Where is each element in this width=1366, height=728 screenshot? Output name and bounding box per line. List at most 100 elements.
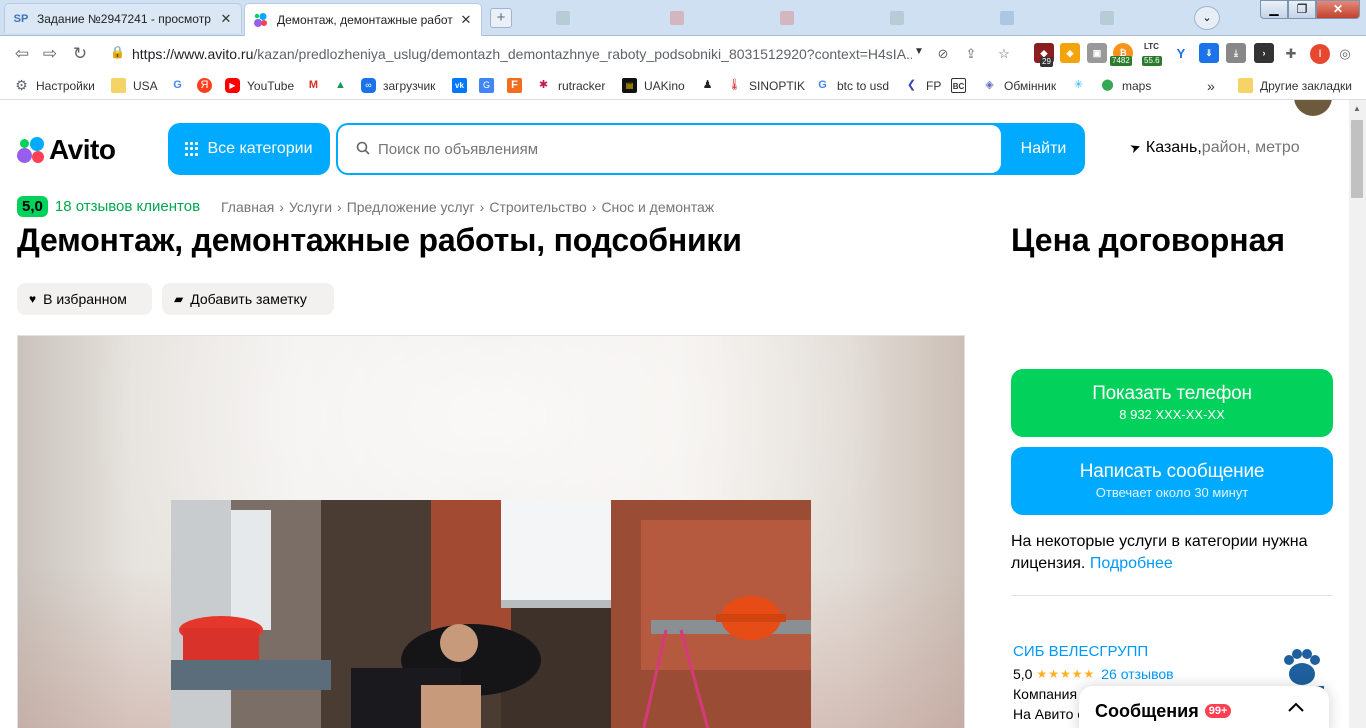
bookmark-item[interactable]: USA [111,78,158,93]
bookmark-item[interactable]: Я [197,78,219,93]
user-avatar[interactable] [1294,100,1332,116]
note-label: Добавить заметку [190,291,307,307]
bookmark-item[interactable]: ◈ Обмінник [982,78,1056,93]
bookmark-item[interactable]: ✱ rutracker [536,78,605,93]
fp-icon: ❮ [906,79,917,91]
download-icon[interactable]: ⤓ [1226,43,1246,63]
breadcrumb-item[interactable]: Снос и демонтаж [601,199,714,215]
bookmark-label: YouTube [247,78,295,93]
address-bar[interactable]: https://www.avito.ru/kazan/predlozheniya… [132,46,912,62]
breadcrumb-separator: › [479,199,485,215]
bookmark-item[interactable]: ❮ FP [904,78,941,93]
search-field[interactable] [338,125,1001,173]
bookmark-item[interactable]: F [507,78,529,93]
star-burst-icon: ✳ [1073,79,1084,91]
scroll-up-arrow-icon[interactable]: ▲ [1353,104,1361,113]
bookmark-item[interactable]: ✳ [1071,78,1093,93]
search-button[interactable]: Найти [1002,123,1085,175]
reviews-link[interactable]: 18 отзывов клиентов [55,198,200,215]
tab-search-chevron-icon[interactable]: ⌄ [1194,6,1220,30]
bookmark-item[interactable]: ⚙ Настройки [14,78,95,93]
bookmark-item[interactable]: ▤ UAKino [622,78,685,93]
license-more-link[interactable]: Подробнее [1090,555,1173,572]
bookmark-item[interactable]: Gbtc to usd [815,78,889,93]
bookmark-item[interactable]: M [306,78,328,93]
bookmark-item[interactable]: ⬤ maps [1100,78,1151,93]
bookmark-star-icon[interactable]: ☆ [995,45,1013,63]
breadcrumb-separator: › [337,199,342,215]
extension-badge: 29 [1040,57,1053,67]
y-extension-icon[interactable]: Y [1172,45,1190,63]
bookmark-label: FP [926,78,942,93]
breadcrumb-item[interactable]: Услуги [289,199,332,215]
ghost-tab [670,8,770,28]
location-city: Казань, [1145,139,1202,156]
favorite-button[interactable]: ♥ В избранном [17,283,152,315]
bookmark-item[interactable]: G [479,78,501,93]
menu-globe-icon[interactable]: ◎ [1336,45,1354,63]
all-categories-button[interactable]: Все категории [168,123,330,175]
blocked-popup-icon[interactable]: ⊘ [934,45,952,63]
photo-gallery[interactable] [17,335,965,728]
bookmark-label: загрузчик [383,78,436,93]
window-maximize-button[interactable]: ❐ [1288,0,1316,19]
share-icon[interactable]: ⇪ [962,45,980,63]
bookmark-item[interactable]: ♟ [700,78,722,93]
extension-icon[interactable]: › [1254,43,1274,63]
window-close-button[interactable]: ✕ [1316,0,1360,19]
uakino-icon: ▤ [622,78,637,93]
profile-avatar[interactable]: I [1310,44,1330,64]
download-extension-icon[interactable]: ⇓ [1199,43,1219,63]
note-icon: ▰ [174,292,184,306]
ghost-tab [890,8,990,28]
yandex-icon: Я [197,78,212,93]
bookmark-item[interactable]: G [170,78,192,93]
tab-close-icon[interactable]: ✕ [459,12,473,28]
puzzle-icon[interactable]: ✚ [1282,45,1300,63]
lock-icon[interactable]: 🔒 [110,45,125,61]
avito-logo[interactable]: Avito [17,134,116,166]
scrollbar-thumb[interactable] [1351,120,1363,198]
breadcrumb-item[interactable]: Строительство [489,199,586,215]
new-tab-button[interactable]: + [490,8,512,28]
bookmark-item[interactable]: vk [452,78,474,93]
price-badge: 55.6 [1142,56,1162,66]
listing-photo[interactable] [171,500,811,728]
extension-icon[interactable]: ◈ [1060,43,1080,63]
other-bookmarks[interactable]: Другие закладки [1238,78,1352,93]
messenger-panel[interactable]: Сообщения 99+ [1079,686,1329,728]
seller-rating: 5,0 ★★★★★ 26 отзывов [1013,666,1174,682]
page-scrollbar[interactable]: ▲ [1349,100,1366,728]
add-note-button[interactable]: ▰ Добавить заметку [162,283,334,315]
drive-icon: ▲ [335,79,346,91]
window-minimize-button[interactable]: ▁ [1260,0,1288,19]
bookmarks-overflow-button[interactable]: » [1207,78,1215,94]
location-selector[interactable]: ➤ Казань, район, метро [1128,139,1300,157]
seller-name-link[interactable]: СИБ ВЕЛЕСГРУПП [1013,643,1148,660]
all-categories-label: Все категории [207,140,313,157]
breadcrumb-item[interactable]: Предложение услуг [347,199,475,215]
browser-tab-avito[interactable]: Демонтаж, демонтажные работы ✕ [244,3,482,36]
search-input[interactable] [378,140,978,158]
breadcrumb-separator: › [279,199,284,215]
browser-tab-task[interactable]: SP Задание №2947241 - просмотр з ✕ [4,3,242,33]
bookmark-item[interactable]: 🌡 SINOPTIK [727,78,806,93]
tab-close-icon[interactable]: ✕ [219,11,233,27]
show-phone-button[interactable]: Показать телефон 8 932 XXX-XX-XX [1011,369,1333,437]
bookmark-item[interactable]: ∞ загрузчик [361,78,435,93]
translate-icon: G [479,78,494,93]
reload-icon[interactable]: ↻ [70,44,90,64]
seller-reviews-link[interactable]: 26 отзывов [1101,666,1173,682]
breadcrumb-item[interactable]: Главная [221,199,274,215]
bookmark-item[interactable]: BC [951,78,973,93]
bookmark-item[interactable]: ▲ [333,78,355,93]
extension-icon[interactable]: ▣ [1087,43,1107,63]
chevron-up-icon[interactable] [1287,700,1305,718]
unread-badge: 99+ [1204,704,1232,718]
bookmark-item[interactable]: ▶ YouTube [225,78,294,93]
bookmark-label: SINOPTIK [749,78,806,93]
url-dropdown-icon[interactable]: ▼ [914,46,924,57]
write-message-button[interactable]: Написать сообщение Отвечает около 30 мин… [1011,447,1333,515]
back-arrow-icon[interactable]: ⇦ [12,44,32,64]
forward-arrow-icon[interactable]: ⇨ [40,44,60,64]
